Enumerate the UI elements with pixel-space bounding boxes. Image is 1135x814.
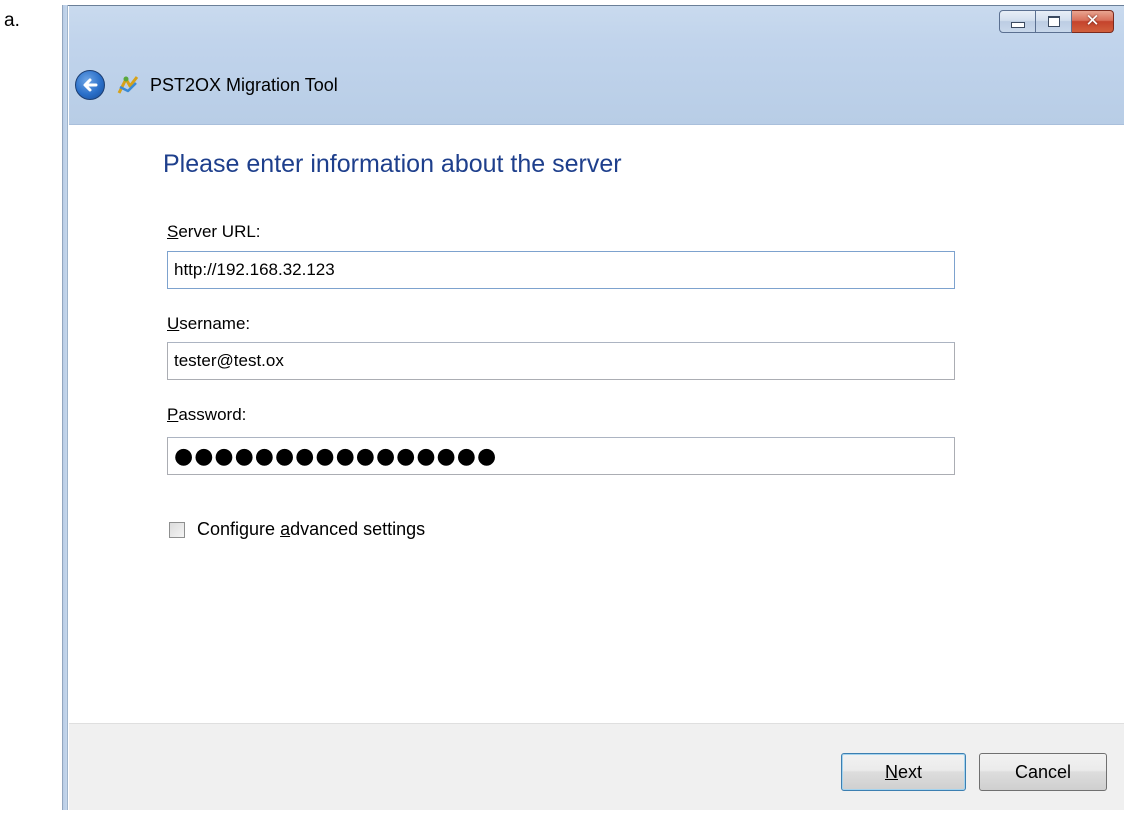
migration-app-icon bbox=[116, 73, 140, 97]
wizard-nav: PST2OX Migration Tool bbox=[75, 70, 338, 100]
server-url-label-text: erver URL: bbox=[178, 222, 261, 241]
username-input[interactable] bbox=[167, 342, 955, 380]
back-button[interactable] bbox=[75, 70, 105, 100]
minimize-icon bbox=[1010, 21, 1025, 28]
title-bar: ✕ PST2OX Migration Tool bbox=[69, 6, 1124, 125]
next-button-text: ext bbox=[897, 761, 922, 782]
username-label: Username: bbox=[167, 314, 250, 334]
arrow-left-icon bbox=[83, 78, 98, 92]
password-label-key: P bbox=[167, 405, 179, 424]
advanced-settings-option[interactable]: Configure advanced settings bbox=[169, 519, 425, 540]
close-button[interactable]: ✕ bbox=[1072, 10, 1114, 33]
server-url-label: Server URL: bbox=[167, 222, 261, 242]
caption-buttons: ✕ bbox=[999, 10, 1114, 33]
cancel-button[interactable]: Cancel bbox=[979, 753, 1107, 791]
username-label-text: sername: bbox=[179, 314, 251, 333]
window-title: PST2OX Migration Tool bbox=[150, 74, 338, 95]
username-label-key: U bbox=[167, 314, 180, 333]
next-button-key: N bbox=[884, 761, 898, 782]
advanced-settings-label-key: a bbox=[280, 519, 291, 539]
advanced-settings-label[interactable]: Configure advanced settings bbox=[197, 519, 425, 540]
dialog-window: ✕ PST2OX Migration Tool Please enter inf… bbox=[62, 5, 1124, 810]
page: a. ✕ PST2OX Migration Tool Please enter … bbox=[0, 0, 1135, 814]
page-title: Please enter information about the serve… bbox=[163, 150, 622, 178]
server-url-label-key: S bbox=[167, 222, 179, 241]
minimize-button[interactable] bbox=[999, 10, 1036, 33]
close-icon: ✕ bbox=[1085, 11, 1100, 31]
figure-label: a. bbox=[4, 10, 20, 31]
next-button[interactable]: Next bbox=[841, 753, 966, 791]
maximize-button[interactable] bbox=[1036, 10, 1072, 33]
advanced-settings-label-before: Configure bbox=[197, 519, 281, 539]
password-input[interactable] bbox=[167, 437, 955, 475]
password-label-text: assword: bbox=[178, 405, 247, 424]
wizard-footer: Next Cancel bbox=[69, 723, 1124, 810]
server-url-input[interactable] bbox=[167, 251, 955, 289]
advanced-settings-checkbox[interactable] bbox=[169, 521, 185, 538]
password-label: Password: bbox=[167, 405, 246, 425]
window-left-border bbox=[62, 5, 68, 810]
maximize-icon bbox=[1047, 16, 1060, 27]
wizard-content: Please enter information about the serve… bbox=[69, 125, 1124, 723]
advanced-settings-label-after: dvanced settings bbox=[290, 519, 426, 539]
